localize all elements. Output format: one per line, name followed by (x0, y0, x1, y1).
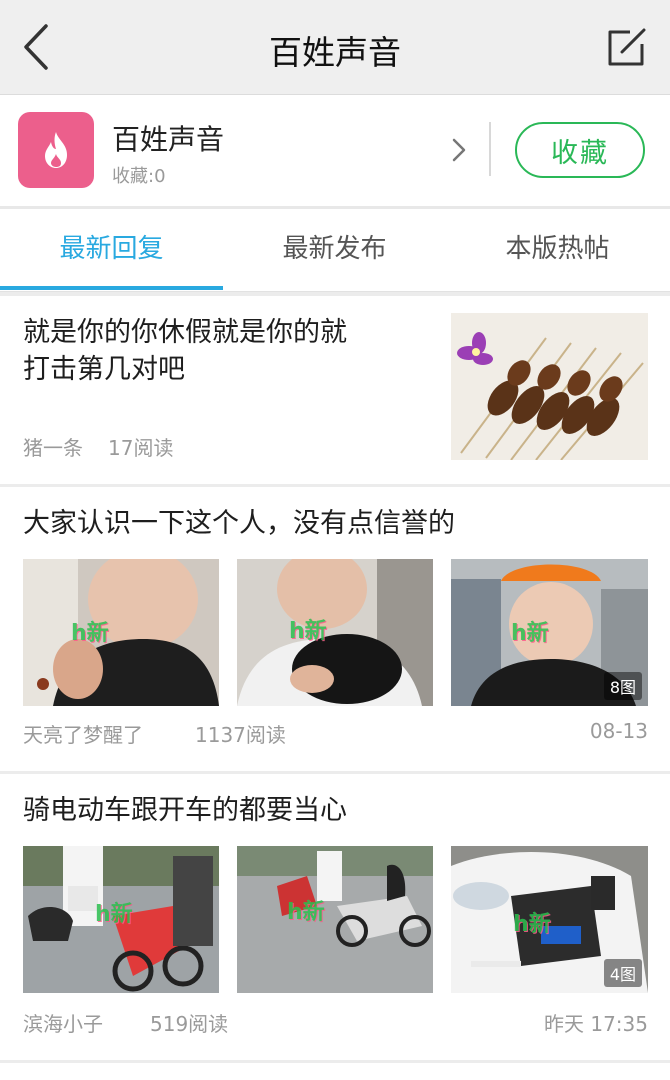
post-date: 昨天 17:35 (544, 1012, 648, 1036)
post-thumbnail: h新 8图 (451, 559, 648, 706)
tab-hot-posts[interactable]: 本版热帖 (446, 209, 669, 292)
watermark-logo: h新 (289, 619, 327, 644)
post-title: 就是你的你休假就是你的就 打击第几对吧 (23, 314, 347, 388)
list-item[interactable]: 大家认识一下这个人，没有点信誉的 h新 h新 h新 8图 天亮了梦醒了 1137… (0, 487, 670, 771)
top-nav-bar: 百姓声音 (0, 0, 670, 95)
watermark-logo: h新 (511, 621, 549, 646)
post-date: 08-13 (589, 719, 648, 743)
forum-header[interactable]: 百姓声音 收藏:0 收藏 (0, 96, 670, 206)
watermark-logo: h新 (287, 900, 325, 925)
post-thumbnail: h新 (237, 846, 433, 993)
forum-logo (18, 112, 94, 188)
chevron-right-icon[interactable] (446, 136, 470, 164)
post-author: 天亮了梦醒了 (23, 723, 143, 747)
divider (489, 122, 491, 176)
favorite-count: 收藏:0 (112, 166, 166, 187)
post-thumbnail: h新 (237, 559, 433, 706)
post-author: 滨海小子 (23, 1012, 103, 1036)
favorite-button[interactable]: 收藏 (515, 122, 645, 178)
post-read-count: 17阅读 (108, 436, 174, 460)
post-thumbnail (451, 313, 648, 460)
watermark-logo: h新 (513, 912, 551, 937)
image-count-badge: 8图 (603, 672, 642, 700)
post-author: 猪一条 (23, 436, 83, 460)
skewer-image (451, 313, 648, 460)
tab-latest-post[interactable]: 最新发布 (223, 209, 446, 292)
list-item[interactable]: 骑电动车跟开车的都要当心 h新 h新 h新 4图 滨海小子 519阅读 昨天 1… (0, 774, 670, 1060)
list-item[interactable]: 就是你的你休假就是你的就 打击第几对吧 猪一条 17阅读 (0, 296, 670, 484)
post-read-count: 1137阅读 (195, 723, 286, 747)
post-title: 大家认识一下这个人，没有点信誉的 (23, 508, 455, 539)
divider (0, 1060, 670, 1063)
watermark-logo: h新 (71, 621, 109, 646)
post-title: 骑电动车跟开车的都要当心 (23, 795, 347, 826)
post-thumbnail: h新 4图 (451, 846, 648, 993)
image-count-badge: 4图 (603, 959, 642, 987)
post-title-line: 就是你的你休假就是你的就 (23, 317, 347, 348)
tab-bar: 最新回复 最新发布 本版热帖 (0, 209, 670, 292)
post-read-count: 519阅读 (150, 1012, 229, 1036)
edit-icon[interactable] (600, 22, 652, 74)
post-thumbnail: h新 (23, 846, 219, 993)
flame-icon (45, 132, 67, 168)
post-thumbnail: h新 (23, 559, 219, 706)
forum-name: 百姓声音 (112, 123, 225, 156)
page-title: 百姓声音 (269, 33, 401, 72)
post-title-line: 打击第几对吧 (23, 354, 185, 385)
tab-latest-reply[interactable]: 最新回复 (0, 209, 223, 292)
watermark-logo: h新 (95, 902, 133, 927)
active-tab-indicator (0, 286, 223, 290)
